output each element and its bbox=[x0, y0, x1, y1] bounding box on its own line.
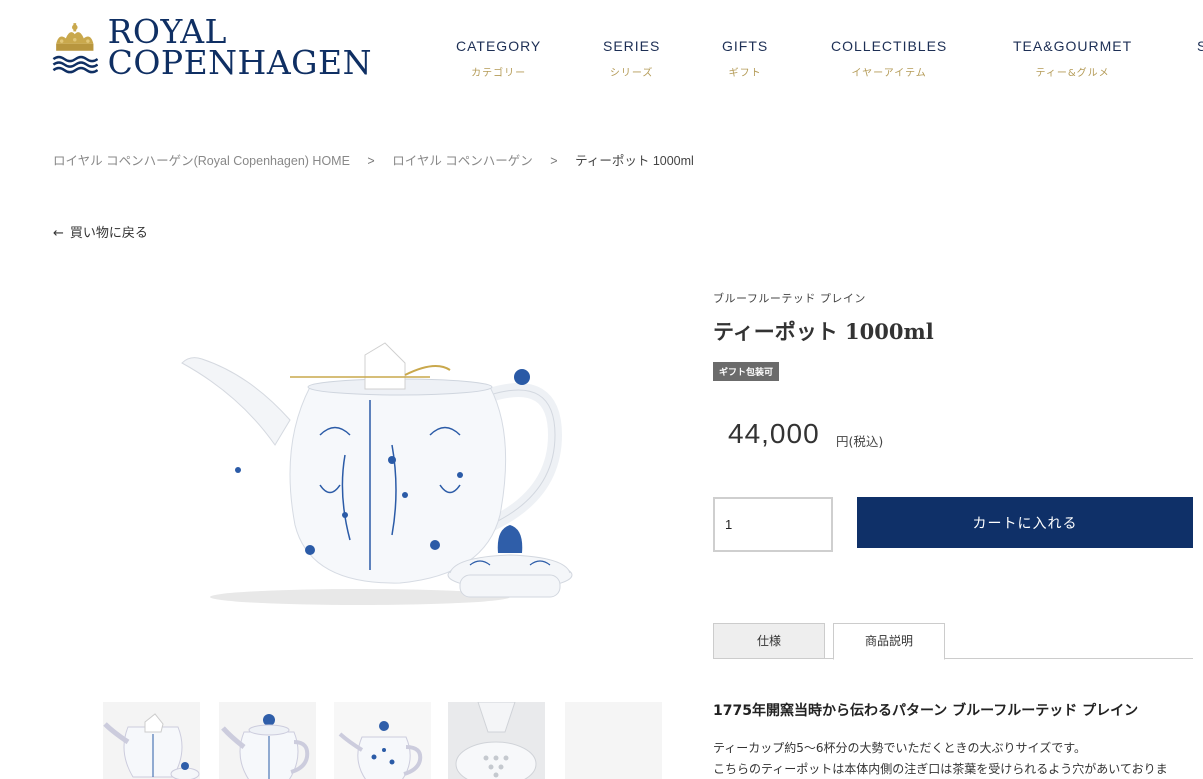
teapot-thumbnail-image bbox=[338, 721, 423, 779]
nav-label: GIFTS bbox=[722, 38, 769, 54]
nav-label: CATEGORY bbox=[456, 38, 542, 54]
product-series[interactable]: ブルーフルーテッド プレイン bbox=[713, 290, 866, 306]
nav-item-collectibles[interactable]: COLLECTIBLES イヤーアイテム bbox=[831, 38, 947, 79]
nav-item-tea-gourmet[interactable]: TEA&GOURMET ティー&グルメ bbox=[1013, 38, 1132, 79]
nav-label: S bbox=[1197, 38, 1203, 54]
nav-sublabel: ティー&グルメ bbox=[1035, 68, 1110, 79]
product-main-image[interactable] bbox=[160, 325, 580, 625]
brand-logo[interactable]: ROYAL COPENHAGEN bbox=[52, 10, 372, 85]
add-to-cart-button[interactable]: カートに入れる bbox=[857, 497, 1193, 548]
nav-sublabel: カテゴリー bbox=[471, 68, 527, 79]
teapot-thumbnail-image bbox=[221, 714, 310, 779]
nav-sublabel: イヤーアイテム bbox=[851, 68, 927, 79]
breadcrumb: ロイヤル コペンハーゲン(Royal Copenhagen) HOME > ロイ… bbox=[53, 150, 694, 169]
nav-label: TEA&GOURMET bbox=[1013, 38, 1133, 54]
breadcrumb-separator: > bbox=[550, 154, 558, 168]
nav-sublabel: ギフト bbox=[728, 68, 762, 79]
gift-wrap-badge: ギフト包装可 bbox=[713, 362, 780, 381]
back-link-label: 買い物に戻る bbox=[69, 226, 148, 241]
description-line: こちらのティーポットは本体内側の注ぎ口は茶葉を受けられるよう穴があいておりま bbox=[713, 762, 1168, 776]
tab-specifications[interactable]: 仕様 bbox=[713, 623, 825, 659]
breadcrumb-separator: > bbox=[367, 154, 375, 168]
description-line: ティーカップ約5～6杯分の大勢でいただくときの大ぶりサイズです。 bbox=[713, 741, 1086, 755]
crown-icon bbox=[52, 22, 98, 73]
product-tabs: 仕様 商品説明 bbox=[713, 623, 1193, 660]
tab-description[interactable]: 商品説明 bbox=[833, 623, 945, 660]
nav-item-gifts[interactable]: GIFTS ギフト bbox=[722, 38, 768, 79]
logo-line2: COPENHAGEN bbox=[107, 42, 372, 82]
nav-sublabel: シリーズ bbox=[609, 68, 654, 79]
nav-label: SERIES bbox=[603, 38, 661, 54]
thumbnail-3[interactable] bbox=[334, 702, 431, 779]
teapot-thumbnail-image bbox=[103, 713, 200, 779]
thumbnail-2[interactable] bbox=[219, 702, 316, 779]
product-price: 44,000 bbox=[728, 418, 820, 449]
description-title: 1775年開窯当時から伝わるパターン ブルーフルーテッド プレイン bbox=[713, 703, 1139, 719]
thumbnail-1[interactable] bbox=[103, 702, 200, 779]
thumbnail-5[interactable] bbox=[565, 702, 662, 779]
price-unit: 円(税込) bbox=[836, 434, 884, 449]
nav-item-category[interactable]: CATEGORY カテゴリー bbox=[456, 38, 541, 79]
nav-label: COLLECTIBLES bbox=[831, 38, 948, 54]
nav-item-overflow[interactable]: S bbox=[1197, 38, 1203, 64]
quantity-input[interactable] bbox=[713, 497, 833, 552]
brand-wordmark: ROYAL COPENHAGEN bbox=[107, 15, 372, 82]
product-title: ティーポット 1000ml bbox=[713, 319, 934, 344]
teapot-interior-image bbox=[448, 702, 545, 779]
breadcrumb-brand[interactable]: ロイヤル コペンハーゲン bbox=[392, 154, 533, 168]
back-to-shopping-link[interactable]: ← 買い物に戻る bbox=[53, 222, 148, 241]
nav-item-series[interactable]: SERIES シリーズ bbox=[603, 38, 660, 79]
main-navigation: CATEGORY カテゴリー SERIES シリーズ GIFTS ギフト COL… bbox=[420, 38, 1203, 88]
breadcrumb-home[interactable]: ロイヤル コペンハーゲン(Royal Copenhagen) HOME bbox=[53, 154, 350, 168]
arrow-left-icon: ← bbox=[53, 226, 64, 241]
thumbnail-4[interactable] bbox=[448, 702, 545, 779]
breadcrumb-current: ティーポット 1000ml bbox=[575, 154, 694, 168]
